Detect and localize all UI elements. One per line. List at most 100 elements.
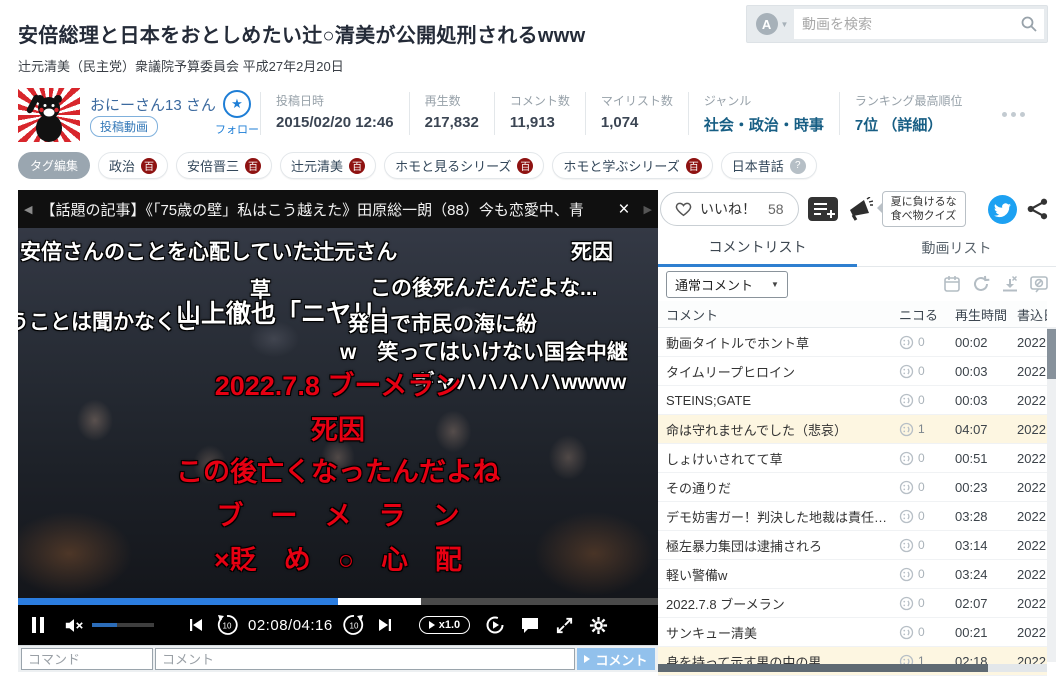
tag-label: ホモと学ぶシリーズ xyxy=(563,156,679,175)
tag-0[interactable]: 政治百 xyxy=(98,152,168,179)
comment-playtime: 00:51 xyxy=(955,451,1017,466)
video-screen[interactable]: 安倍さんのことを心配していた辻元さん死因草この後死んだんだよな...うことは聞か… xyxy=(18,228,658,598)
playback-speed-button[interactable]: x1.0 xyxy=(419,616,470,634)
pause-button[interactable] xyxy=(30,617,46,633)
dictionary-badge-icon[interactable]: 百 xyxy=(517,158,533,174)
header-comment: コメント xyxy=(666,305,899,324)
dictionary-badge-icon[interactable]: 百 xyxy=(349,158,365,174)
ng-comment-button[interactable] xyxy=(1030,275,1048,293)
dictionary-badge-icon[interactable]: 百 xyxy=(245,158,261,174)
time-display: 02:08/04:16 xyxy=(248,617,333,634)
comment-submit-button[interactable]: コメント xyxy=(577,648,655,670)
tag-1[interactable]: 安倍晋三百 xyxy=(176,152,272,179)
comment-row[interactable]: しょけいされてて草000:512022 xyxy=(658,444,1047,473)
forward-10-button[interactable]: 10 xyxy=(343,614,365,636)
comment-text: 極左暴力集団は逮捕されろ xyxy=(666,536,899,555)
tag-5[interactable]: 日本昔話? xyxy=(721,152,817,179)
more-menu-button[interactable] xyxy=(1002,112,1025,117)
command-input[interactable] xyxy=(21,648,153,670)
search-icon[interactable] xyxy=(1020,15,1038,38)
refresh-button[interactable] xyxy=(972,275,990,293)
horizontal-scrollbar[interactable] xyxy=(658,664,1047,672)
rewind-10-button[interactable]: 10 xyxy=(216,614,238,636)
twitter-share-button[interactable] xyxy=(988,195,1017,224)
stat-value[interactable]: 7位 （詳細） xyxy=(855,114,963,135)
comment-playtime: 02:07 xyxy=(955,596,1017,611)
nicoru-cell[interactable]: 0 xyxy=(899,625,955,640)
ticker-prev-icon[interactable]: ◀ xyxy=(24,203,32,216)
tab-comment-list[interactable]: コメントリスト xyxy=(658,230,857,267)
nicoru-cell[interactable]: 0 xyxy=(899,480,955,495)
comment-row[interactable]: 動画タイトルでホント草000:022022 xyxy=(658,328,1047,357)
comment-row[interactable]: デモ妨害ガー！判決した地裁は責任…003:282022 xyxy=(658,502,1047,531)
comment-date: 2022 xyxy=(1017,625,1047,640)
nicoru-cell[interactable]: 0 xyxy=(899,393,955,408)
comment-row[interactable]: サンキュー清美000:212022 xyxy=(658,618,1047,647)
settings-button[interactable] xyxy=(589,616,608,635)
share-button[interactable] xyxy=(1026,197,1050,221)
fullscreen-button[interactable] xyxy=(555,616,574,635)
comment-row[interactable]: その通りだ000:232022 xyxy=(658,473,1047,502)
nicoru-count: 1 xyxy=(918,422,925,436)
uploaded-videos-button[interactable]: 投稿動画 xyxy=(90,116,158,137)
comment-row[interactable]: 命は守れませんでした（悲哀）104:072022 xyxy=(658,415,1047,444)
dictionary-badge-icon[interactable]: ? xyxy=(790,158,806,174)
dictionary-badge-icon[interactable]: 百 xyxy=(141,158,157,174)
nicoru-cell[interactable]: 0 xyxy=(899,364,955,379)
tab-video-list[interactable]: 動画リスト xyxy=(857,230,1056,266)
download-button[interactable] xyxy=(1001,275,1019,293)
nicoad-button[interactable] xyxy=(847,197,873,221)
nicoru-cell[interactable]: 0 xyxy=(899,596,955,611)
skip-end-icon xyxy=(377,617,393,633)
comment-filter-select[interactable]: 通常コメント ▼ xyxy=(666,271,788,298)
stat-label: マイリスト数 xyxy=(601,92,673,109)
nicoru-cell[interactable]: 0 xyxy=(899,509,955,524)
action-bar: いいね！ 58 夏に負けるな 食べ物クイズ xyxy=(658,188,1056,230)
volume-slider[interactable] xyxy=(92,623,154,627)
nicoru-cell[interactable]: 0 xyxy=(899,567,955,582)
vertical-scrollbar[interactable] xyxy=(1047,327,1056,662)
continuous-play-button[interactable] xyxy=(485,615,505,635)
tag-4[interactable]: ホモと学ぶシリーズ百 xyxy=(552,152,712,179)
tag-2[interactable]: 辻元清美百 xyxy=(280,152,376,179)
mute-button[interactable] xyxy=(64,618,84,633)
seek-bar[interactable] xyxy=(18,598,658,605)
comment-row[interactable]: STEINS;GATE000:032022 xyxy=(658,386,1047,415)
dictionary-badge-icon[interactable]: 百 xyxy=(686,158,702,174)
danmaku-comment-red: ブ ー メ ラ ン xyxy=(18,494,658,533)
comment-input[interactable] xyxy=(155,648,575,670)
search-input[interactable] xyxy=(794,9,1044,39)
nicoru-cell[interactable]: 0 xyxy=(899,451,955,466)
add-mylist-button[interactable] xyxy=(808,197,838,221)
add-mylist-icon xyxy=(808,197,838,221)
ticker-text[interactable]: 【話題の記事】《「75歳の壁」私はこう越えた》田原総一朗（88）今も恋愛中、青 xyxy=(40,199,604,220)
comment-toggle-button[interactable] xyxy=(520,616,540,634)
uploader-avatar[interactable] xyxy=(18,88,80,142)
tag-label: ホモと見るシリーズ xyxy=(395,156,511,175)
nicoru-count: 0 xyxy=(918,625,925,639)
tag-3[interactable]: ホモと見るシリーズ百 xyxy=(384,152,544,179)
tag-edit-button[interactable]: タグ編集 xyxy=(18,152,90,179)
next-button[interactable] xyxy=(377,617,393,633)
comment-row[interactable]: 軽い警備w003:242022 xyxy=(658,560,1047,589)
calendar-icon xyxy=(943,275,961,293)
previous-button[interactable] xyxy=(188,617,204,633)
calendar-button[interactable] xyxy=(943,275,961,293)
ticker-close-icon[interactable]: × xyxy=(612,200,635,219)
ticker-next-icon[interactable]: ▶ xyxy=(644,203,652,216)
nicoru-cell[interactable]: 1 xyxy=(899,422,955,437)
follow-button[interactable]: ★ フォロー xyxy=(206,90,268,137)
comment-row[interactable]: 2022.7.8 ブーメラン002:072022 xyxy=(658,589,1047,618)
uploader-name[interactable]: おにーさん13 さん xyxy=(90,94,216,115)
nicoru-cell[interactable]: 0 xyxy=(899,335,955,350)
search-scope-dropdown[interactable]: A ▼ xyxy=(750,13,794,35)
comment-text: タイムリープヒロイン xyxy=(666,362,899,381)
comment-row[interactable]: タイムリープヒロイン000:032022 xyxy=(658,357,1047,386)
like-button[interactable]: いいね！ 58 xyxy=(660,192,799,226)
scrollbar-thumb[interactable] xyxy=(1047,329,1056,379)
scrollbar-thumb[interactable] xyxy=(658,664,988,672)
stat-value[interactable]: 社会・政治・時事 xyxy=(704,114,824,135)
nicoru-cell[interactable]: 0 xyxy=(899,538,955,553)
comment-row[interactable]: 極左暴力集団は逮捕されろ003:142022 xyxy=(658,531,1047,560)
promo-bubble[interactable]: 夏に負けるな 食べ物クイズ xyxy=(882,191,966,228)
